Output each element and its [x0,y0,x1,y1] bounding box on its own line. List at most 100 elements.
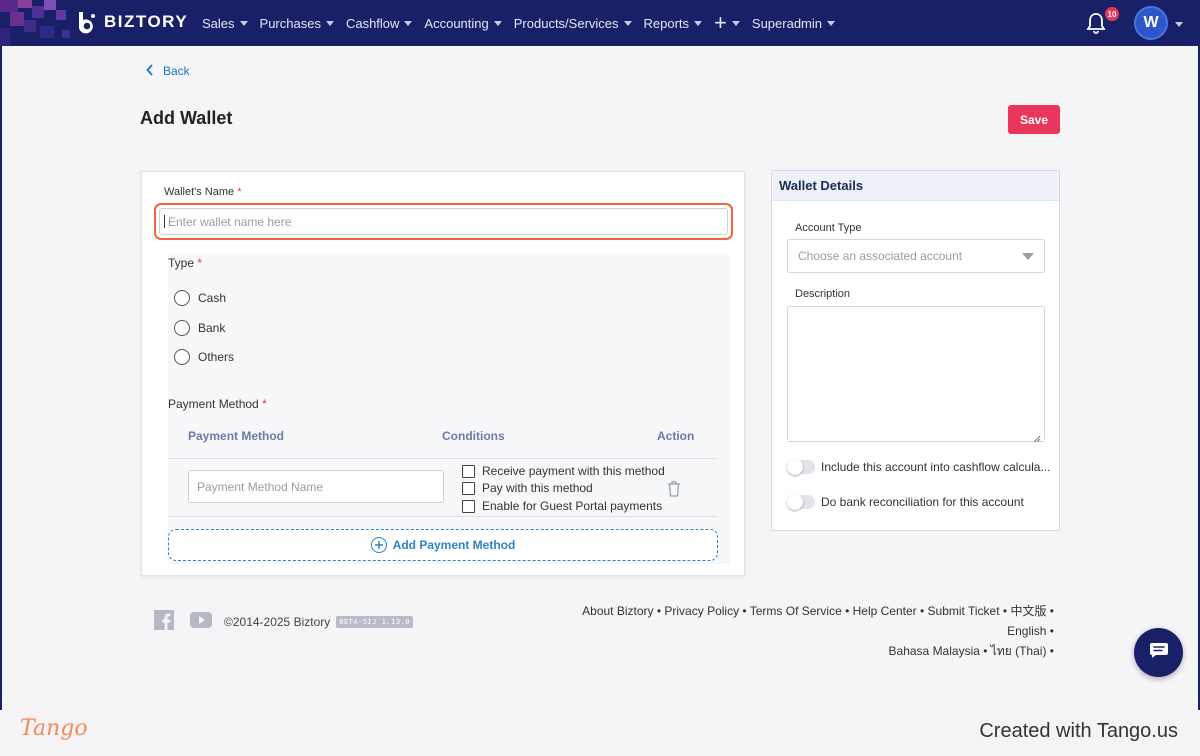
copyright: ©2014-2025 Biztory BETA-SIJ 1.13.0 [224,615,413,629]
payment-method-label: Payment Method * [168,397,267,411]
bell-icon[interactable] [1086,12,1106,34]
description-label: Description [795,288,851,300]
footer-link-english[interactable]: English [1007,624,1046,638]
add-payment-method-button[interactable]: Add Payment Method [168,529,718,561]
save-button[interactable]: Save [1008,105,1060,134]
notification-badge: 10 [1105,7,1119,21]
menu-label: Cashflow [345,15,400,31]
resize-handle-icon[interactable] [1033,430,1041,443]
tango-credit: Created with Tango.us [979,720,1178,742]
menu-products-services[interactable]: Products/Services [514,16,632,31]
condition-receive-payment[interactable]: Receive payment with this method [462,464,665,478]
biztory-logo-icon [76,10,98,34]
type-label-text: Type [168,256,195,270]
column-header-payment-method: Payment Method [188,429,285,443]
toggle-label: Include this account into cashflow calcu… [821,460,1051,474]
footer-link-help[interactable]: Help Center [853,604,917,618]
footer-link-thai[interactable]: ไทย (Thai) [991,644,1047,658]
menu-label: Accounting [424,15,489,31]
checkbox[interactable] [462,464,475,478]
select-placeholder: Choose an associated account [798,249,963,263]
wallet-form-card: Wallet's Name * Type * Cash Bank Others … [141,171,745,576]
checkbox-label: Receive payment with this method [482,464,665,478]
plus-circle-icon [370,537,387,553]
dropdown-arrow-icon [1022,253,1034,260]
chevron-down-icon [694,21,703,26]
radio-button[interactable] [174,290,190,306]
type-option-others[interactable]: Others [174,349,234,365]
menu-label: Sales [202,15,235,31]
chevron-down-icon [731,21,740,26]
tango-logo: Tango [20,716,88,741]
chevron-down-icon [827,21,836,26]
copyright-text: ©2014-2025 Biztory [224,615,331,629]
footer-link-privacy[interactable]: Privacy Policy [664,604,739,618]
condition-pay-with-method[interactable]: Pay with this method [462,481,593,495]
account-type-label: Account Type [795,222,862,234]
radio-label: Cash [198,291,227,305]
description-textarea[interactable] [787,306,1045,443]
chevron-down-icon [623,21,632,26]
back-link[interactable]: Back [146,64,190,78]
toggle-label: Do bank reconciliation for this account [821,495,1024,509]
wallet-name-label-text: Wallet's Name [164,186,235,198]
checkbox[interactable] [462,499,475,513]
required-mark: * [237,186,242,198]
checkbox[interactable] [462,481,475,495]
required-mark: * [197,256,203,270]
cashflow-toggle-row[interactable]: Include this account into cashflow calcu… [787,459,1051,475]
payment-method-label-text: Payment Method [168,397,259,411]
chevron-down-icon [493,21,502,26]
footer-link-terms[interactable]: Terms Of Service [750,604,842,618]
trash-icon[interactable] [666,480,682,497]
checkbox-label: Pay with this method [482,481,593,495]
menu-cashflow[interactable]: Cashflow [345,15,413,31]
chat-button[interactable] [1134,628,1183,677]
menu-purchases[interactable]: Purchases [260,16,334,31]
bank-reconciliation-toggle[interactable] [787,494,815,510]
radio-button[interactable] [174,349,190,365]
required-mark: * [262,397,267,411]
column-header-conditions: Conditions [442,429,505,443]
back-label: Back [163,64,190,78]
chevron-left-icon [146,64,154,78]
menu-quick-add[interactable]: + [714,12,740,34]
cashflow-toggle[interactable] [787,459,815,475]
table-divider [168,516,718,517]
menu-superadmin[interactable]: Superadmin [752,16,836,31]
wallet-details-card: Wallet Details Account Type Choose an as… [771,170,1060,531]
brand[interactable]: BIZTORY [76,10,188,34]
payment-method-name-input[interactable] [188,470,444,503]
footer-link-ticket[interactable]: Submit Ticket [928,604,1000,618]
radio-label: Bank [198,321,226,335]
chevron-down-icon[interactable] [1175,22,1183,27]
wallet-name-label: Wallet's Name * [164,186,242,198]
add-payment-method-label: Add Payment Method [392,538,516,552]
avatar[interactable]: W [1134,6,1168,40]
type-option-bank[interactable]: Bank [174,320,225,336]
version-badge: BETA-SIJ 1.13.0 [336,616,413,628]
account-type-select[interactable]: Choose an associated account [787,239,1045,273]
menu-sales[interactable]: Sales [202,16,248,31]
top-navbar: BIZTORY Sales Purchases Cashflow Account… [0,0,1200,46]
footer-link-chinese[interactable]: 中文版 [1010,604,1046,618]
chat-icon [1149,642,1169,663]
page-title: Add Wallet [140,108,233,128]
footer-links: About Biztory • Privacy Policy • Terms O… [582,604,1054,658]
condition-guest-portal[interactable]: Enable for Guest Portal payments [462,499,662,513]
menu-accounting[interactable]: Accounting [424,15,502,31]
wallet-details-title: Wallet Details [772,171,1059,201]
menu-reports[interactable]: Reports [644,16,703,31]
youtube-icon[interactable] [190,610,212,630]
type-option-cash[interactable]: Cash [174,290,226,306]
facebook-icon[interactable] [154,610,174,630]
menu-label: Purchases [259,15,321,31]
footer-link-about[interactable]: About Biztory [582,604,653,618]
chevron-down-icon [239,21,248,26]
wallet-name-input[interactable] [159,208,728,235]
chevron-down-icon [404,21,413,26]
bank-reconciliation-toggle-row[interactable]: Do bank reconciliation for this account [787,494,1024,510]
chevron-down-icon [325,21,334,26]
radio-button[interactable] [174,320,190,336]
footer-link-malay[interactable]: Bahasa Malaysia [889,644,980,658]
